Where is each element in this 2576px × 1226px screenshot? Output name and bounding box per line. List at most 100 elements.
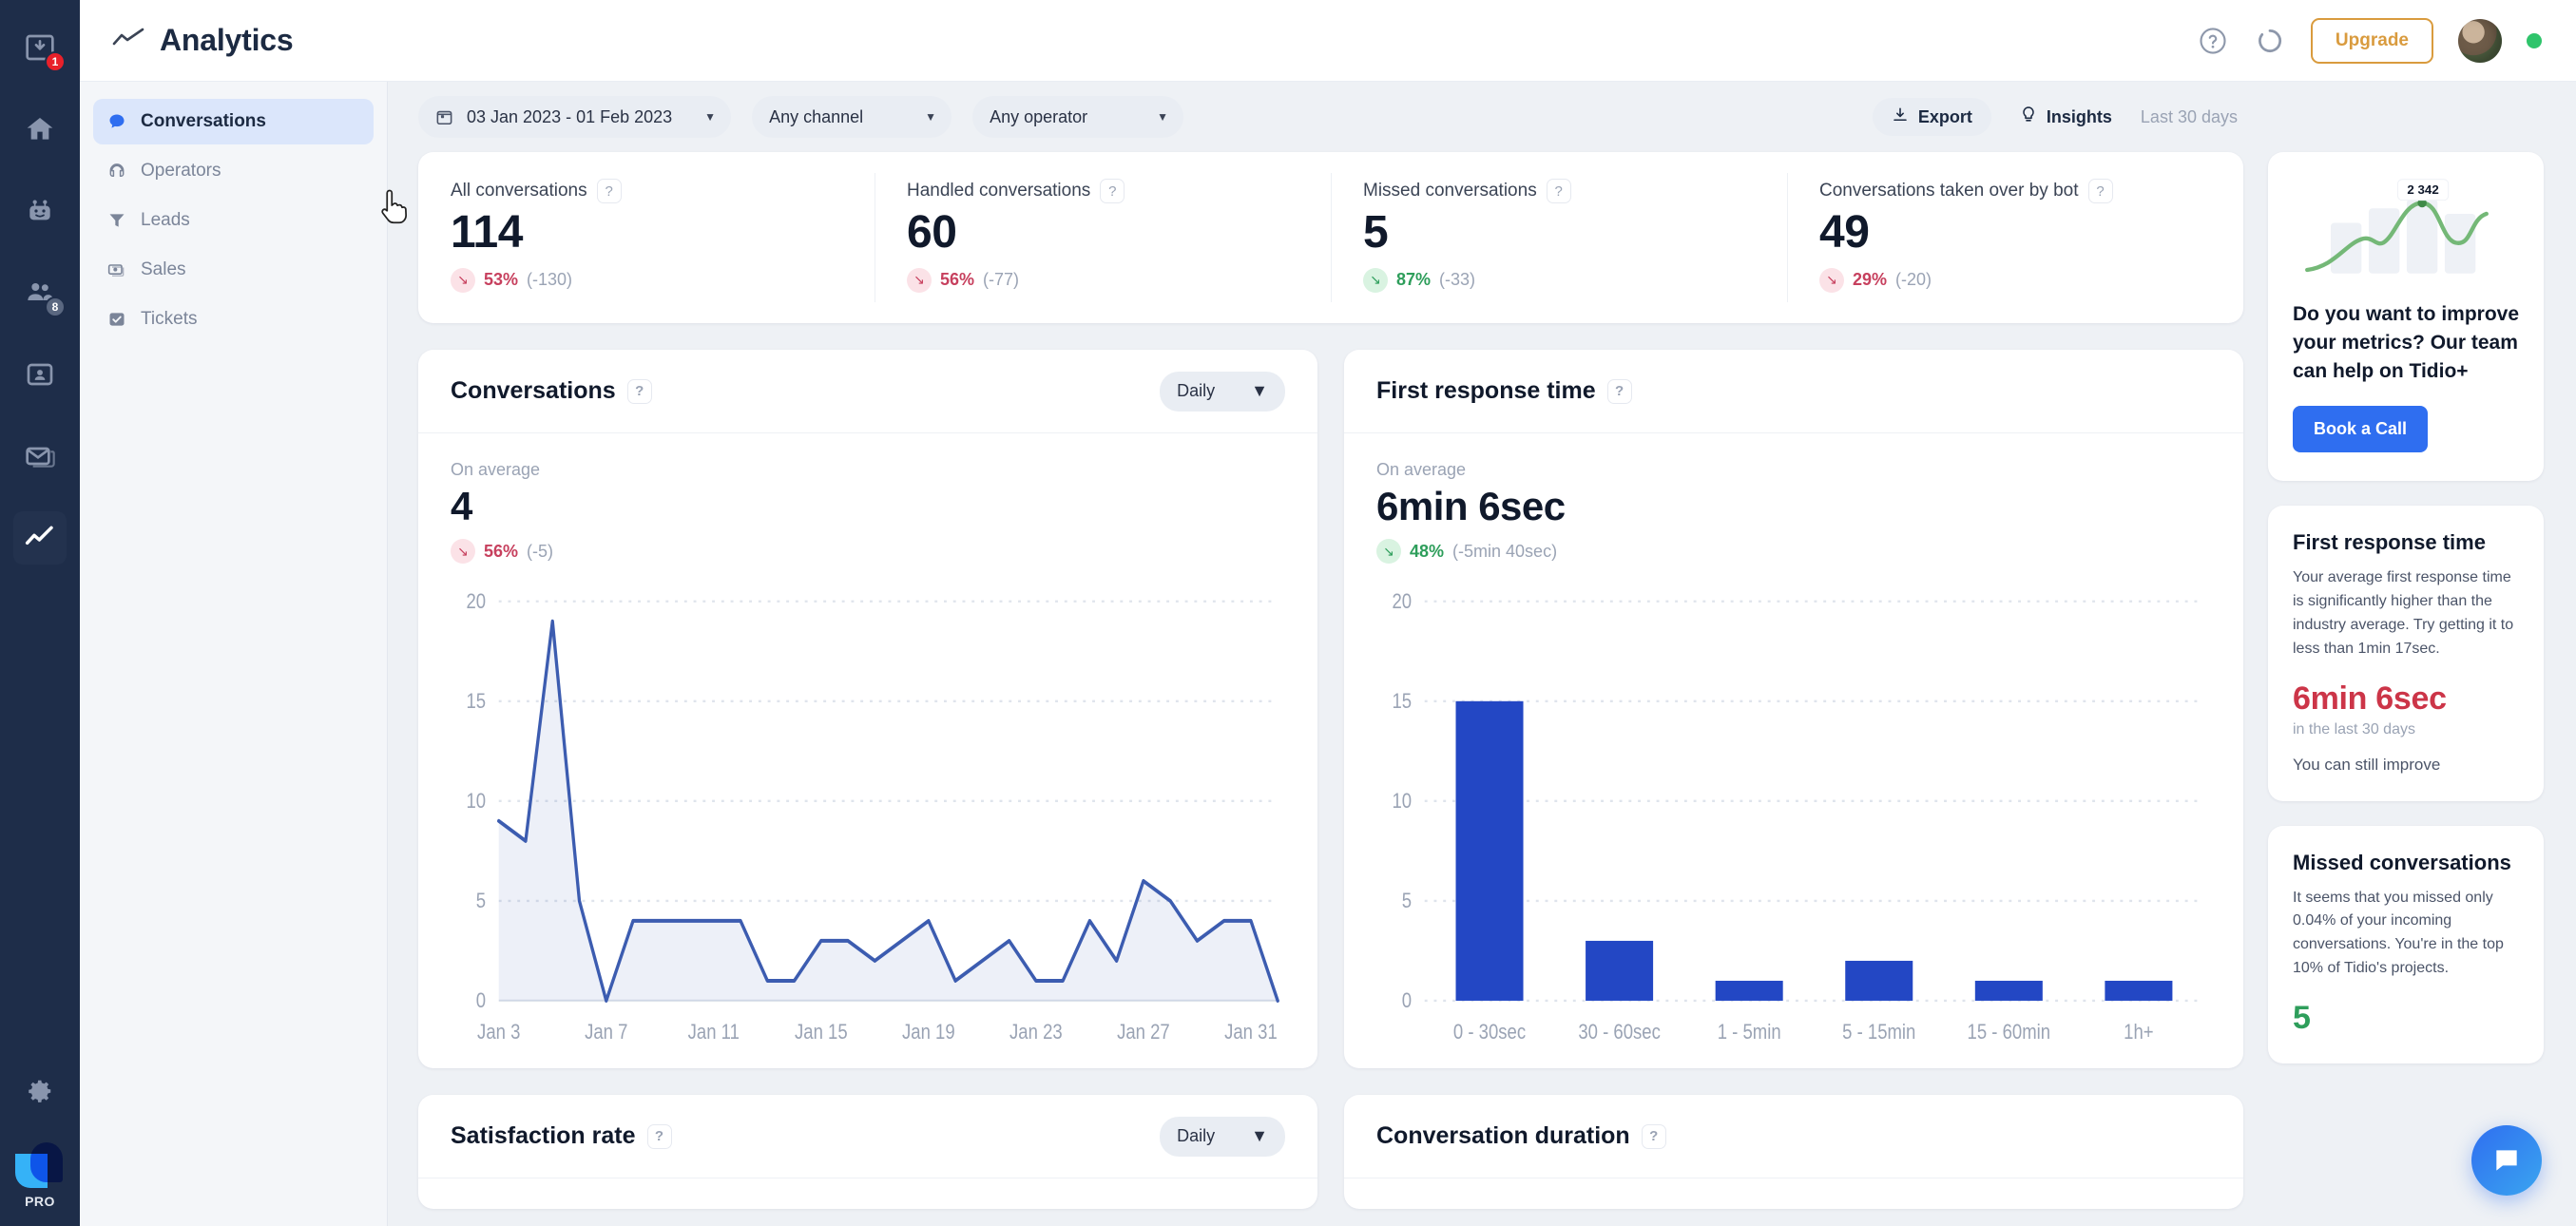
kpi-value: 60 — [907, 207, 1298, 259]
sidebar-item-label: Operators — [141, 161, 221, 182]
kpi-delta: ↘ 87% (-33) — [1363, 268, 1755, 293]
svg-text:Jan 3: Jan 3 — [477, 1020, 520, 1044]
chevron-down-icon: ▼ — [925, 110, 936, 124]
delta-pct: 56% — [484, 542, 518, 562]
kpi-delta-abs: (-130) — [527, 270, 572, 290]
insight-body: It seems that you missed only 0.04% of y… — [2293, 887, 2519, 981]
granularity-value: Daily — [1177, 1126, 1215, 1146]
help-tooltip-icon[interactable]: ? — [647, 1124, 672, 1149]
insights-button[interactable]: Insights — [2020, 105, 2112, 129]
svg-text:20: 20 — [1392, 590, 1412, 613]
sidebar-item-conversations[interactable]: Conversations — [93, 99, 374, 144]
chat-widget-button[interactable] — [2471, 1125, 2542, 1196]
card-title-group: First response time ? — [1376, 377, 1632, 405]
card-header: Satisfaction rate ? Daily ▼ — [418, 1095, 1317, 1178]
export-label: Export — [1918, 107, 1972, 127]
upgrade-button[interactable]: Upgrade — [2311, 18, 2433, 64]
icon-rail: 1 8 PRO — [0, 0, 80, 1226]
help-tooltip-icon[interactable]: ? — [1547, 179, 1571, 203]
kpi-label-group: Missed conversations ? — [1363, 179, 1755, 203]
insight-metric: 5 — [2293, 1000, 2519, 1037]
loading-circle-icon[interactable] — [2254, 25, 2286, 57]
kpi-delta-abs: (-33) — [1439, 270, 1475, 290]
export-button[interactable]: Export — [1873, 98, 1991, 136]
arrow-down-icon: ↘ — [451, 268, 475, 293]
mail-icon[interactable] — [13, 430, 67, 483]
card-title-group: Conversations ? — [451, 377, 652, 405]
conversations-line-plot: 05101520Jan 3Jan 7Jan 11Jan 15Jan 19Jan … — [451, 590, 1285, 1059]
conversation-duration-card: Conversation duration ? — [1344, 1095, 2243, 1209]
book-a-call-button[interactable]: Book a Call — [2293, 406, 2428, 452]
insight-title: First response time — [2293, 530, 2519, 555]
kpi-delta: ↘ 29% (-20) — [1819, 268, 2211, 293]
sidebar-item-sales[interactable]: Sales — [93, 247, 374, 293]
help-tooltip-icon[interactable]: ? — [1607, 379, 1632, 404]
svg-text:5: 5 — [476, 889, 486, 912]
date-range-value: 03 Jan 2023 - 01 Feb 2023 — [467, 107, 672, 127]
page-title-group: Analytics — [112, 23, 293, 58]
help-tooltip-icon[interactable]: ? — [1642, 1124, 1666, 1149]
average-label: On average — [451, 460, 1285, 480]
sidebar-item-tickets[interactable]: Tickets — [93, 297, 374, 342]
kpi-delta-pct: 56% — [940, 270, 974, 290]
svg-text:0: 0 — [1402, 988, 1412, 1012]
question-circle-icon[interactable] — [2197, 25, 2229, 57]
analytics-icon[interactable] — [13, 511, 67, 565]
bottom-card-row: Satisfaction rate ? Daily ▼ — [418, 1095, 2243, 1209]
app-root: 1 8 PRO — [0, 0, 2576, 1226]
inbox-icon[interactable]: 1 — [13, 21, 67, 74]
avatar[interactable] — [2458, 19, 2502, 63]
help-tooltip-icon[interactable]: ? — [1100, 179, 1125, 203]
contacts-icon[interactable]: 8 — [13, 266, 67, 319]
chatbot-icon[interactable] — [13, 184, 67, 238]
svg-text:15: 15 — [1392, 689, 1412, 713]
top-bar: Analytics Upgrade — [80, 0, 2576, 82]
analytics-body: 03 Jan 2023 - 01 Feb 2023 ▼ Any channel … — [388, 82, 2243, 1226]
sidebar-item-operators[interactable]: Operators — [93, 148, 374, 194]
kpi-delta-pct: 53% — [484, 270, 518, 290]
sidebar-item-label: Tickets — [141, 309, 197, 330]
kpi-delta-abs: (-20) — [1895, 270, 1932, 290]
main-content: 03 Jan 2023 - 01 Feb 2023 ▼ Any channel … — [388, 82, 2576, 1226]
kpi-delta-pct: 29% — [1853, 270, 1887, 290]
rail-bottom: PRO — [0, 1077, 80, 1209]
svg-text:10: 10 — [466, 789, 486, 813]
plan-label: PRO — [25, 1194, 55, 1209]
delta-abs: (-5min 40sec) — [1452, 542, 1557, 562]
help-tooltip-icon[interactable]: ? — [597, 179, 622, 203]
chevron-down-icon: ▼ — [1251, 1126, 1268, 1146]
help-tooltip-icon[interactable]: ? — [627, 379, 652, 404]
average-delta: ↘ 48% (-5min 40sec) — [1376, 539, 2211, 564]
insights-sidebar: 2 342 Do you want to improve your metric… — [2268, 82, 2544, 1226]
tidio-logo — [15, 1142, 65, 1188]
operator-select[interactable]: Any operator ▼ — [972, 96, 1183, 138]
insight-first-response-time: First response time Your average first r… — [2268, 506, 2544, 800]
card-title-group: Satisfaction rate ? — [451, 1122, 672, 1150]
channel-select[interactable]: Any channel ▼ — [752, 96, 952, 138]
gear-icon[interactable] — [26, 1077, 54, 1110]
help-tooltip-icon[interactable]: ? — [2088, 179, 2113, 203]
card-title: Satisfaction rate — [451, 1122, 636, 1150]
promo-card: 2 342 Do you want to improve your metric… — [2268, 152, 2544, 481]
svg-text:10: 10 — [1392, 789, 1412, 813]
sidebar-nav-list: Conversations Operators Leads Sales — [80, 82, 387, 346]
money-icon — [106, 259, 127, 280]
granularity-select[interactable]: Daily ▼ — [1160, 372, 1285, 412]
kpi-label-group: Conversations taken over by bot ? — [1819, 179, 2211, 203]
kpi-handled-conversations: Handled conversations ? 60 ↘ 56% (-77) — [875, 152, 1331, 323]
svg-text:Jan 7: Jan 7 — [585, 1020, 627, 1044]
card-title-group: Conversation duration ? — [1376, 1122, 1666, 1150]
kpi-missed-conversations: Missed conversations ? 5 ↘ 87% (-33) — [1331, 152, 1787, 323]
lightbulb-icon — [2020, 105, 2037, 129]
date-range-picker[interactable]: 03 Jan 2023 - 01 Feb 2023 ▼ — [418, 96, 731, 138]
kpi-delta: ↘ 56% (-77) — [907, 268, 1298, 293]
granularity-select[interactable]: Daily ▼ — [1160, 1117, 1285, 1157]
svg-text:Jan 11: Jan 11 — [688, 1020, 740, 1044]
delta-pct: 48% — [1410, 542, 1444, 562]
home-icon[interactable] — [13, 103, 67, 156]
svg-text:15: 15 — [466, 689, 486, 713]
svg-text:1h+: 1h+ — [2124, 1020, 2153, 1044]
leads-card-icon[interactable] — [13, 348, 67, 401]
page-title: Analytics — [160, 23, 293, 58]
sidebar-item-leads[interactable]: Leads — [93, 198, 374, 243]
